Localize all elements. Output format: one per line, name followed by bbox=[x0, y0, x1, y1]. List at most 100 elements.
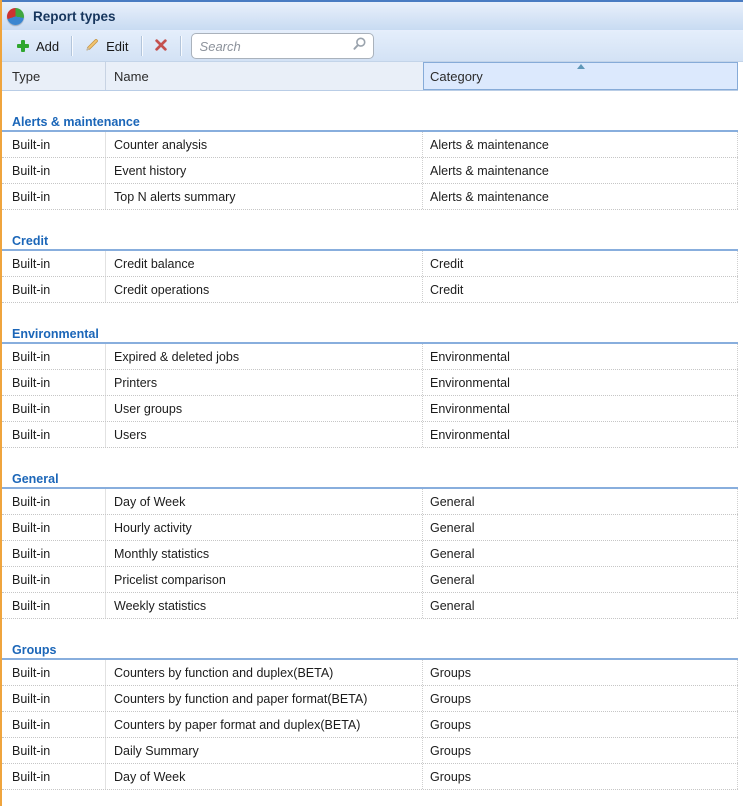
sort-ascending-arrow-icon bbox=[577, 64, 585, 69]
add-button-label: Add bbox=[36, 39, 59, 54]
name-cell: Monthly statistics bbox=[106, 541, 423, 566]
category-cell: Environmental bbox=[423, 370, 738, 395]
column-header-category-label: Category bbox=[430, 69, 483, 84]
table-row[interactable]: Built-inHourly activityGeneral bbox=[2, 515, 738, 541]
toolbar-separator bbox=[71, 36, 72, 56]
titlebar: Report types bbox=[2, 0, 743, 31]
group-header: Groups bbox=[2, 641, 738, 660]
report-group: Alerts & maintenanceBuilt-inCounter anal… bbox=[2, 91, 738, 210]
type-cell: Built-in bbox=[2, 541, 106, 566]
category-cell: General bbox=[423, 515, 738, 540]
type-cell: Built-in bbox=[2, 593, 106, 618]
delete-button[interactable] bbox=[148, 35, 174, 58]
category-cell: General bbox=[423, 593, 738, 618]
table-row[interactable]: Built-inCounters by function and paper f… bbox=[2, 686, 738, 712]
type-cell: Built-in bbox=[2, 422, 106, 447]
category-cell: Groups bbox=[423, 660, 738, 685]
table-row[interactable]: Built-inWeekly statisticsGeneral bbox=[2, 593, 738, 619]
table-row[interactable]: Built-inPrintersEnvironmental bbox=[2, 370, 738, 396]
group-header: Environmental bbox=[2, 325, 738, 344]
table-row[interactable]: Built-inCounters by paper format and dup… bbox=[2, 712, 738, 738]
table-row[interactable]: Built-inUsersEnvironmental bbox=[2, 422, 738, 448]
name-cell: Users bbox=[106, 422, 423, 447]
type-cell: Built-in bbox=[2, 184, 106, 209]
name-cell: Weekly statistics bbox=[106, 593, 423, 618]
toolbar: Add Edit bbox=[2, 31, 743, 62]
name-cell: Printers bbox=[106, 370, 423, 395]
type-cell: Built-in bbox=[2, 515, 106, 540]
category-cell: Alerts & maintenance bbox=[423, 132, 738, 157]
name-cell: Event history bbox=[106, 158, 423, 183]
type-cell: Built-in bbox=[2, 277, 106, 302]
category-cell: Environmental bbox=[423, 396, 738, 421]
column-header-type[interactable]: Type bbox=[2, 62, 106, 90]
search-input[interactable] bbox=[200, 39, 351, 54]
table-row[interactable]: Built-inExpired & deleted jobsEnvironmen… bbox=[2, 344, 738, 370]
add-button[interactable]: Add bbox=[10, 36, 65, 57]
table-body: Alerts & maintenanceBuilt-inCounter anal… bbox=[2, 91, 738, 790]
table-row[interactable]: Built-inDaily SummaryGroups bbox=[2, 738, 738, 764]
category-cell: General bbox=[423, 567, 738, 592]
search-box bbox=[191, 33, 374, 59]
plus-icon bbox=[16, 39, 30, 53]
table-row[interactable]: Built-inPricelist comparisonGeneral bbox=[2, 567, 738, 593]
type-cell: Built-in bbox=[2, 660, 106, 685]
name-cell: Counters by function and duplex(BETA) bbox=[106, 660, 423, 685]
group-header: Credit bbox=[2, 232, 738, 251]
type-cell: Built-in bbox=[2, 158, 106, 183]
table-row[interactable]: Built-inTop N alerts summaryAlerts & mai… bbox=[2, 184, 738, 210]
category-cell: Alerts & maintenance bbox=[423, 184, 738, 209]
group-header: Alerts & maintenance bbox=[2, 113, 738, 132]
red-x-icon bbox=[154, 38, 168, 55]
table-row[interactable]: Built-inCounters by function and duplex(… bbox=[2, 660, 738, 686]
category-cell: Environmental bbox=[423, 422, 738, 447]
table-row[interactable]: Built-inEvent historyAlerts & maintenanc… bbox=[2, 158, 738, 184]
table-row[interactable]: Built-inMonthly statisticsGeneral bbox=[2, 541, 738, 567]
edit-button[interactable]: Edit bbox=[78, 34, 134, 59]
type-cell: Built-in bbox=[2, 567, 106, 592]
type-cell: Built-in bbox=[2, 251, 106, 276]
report-group: CreditBuilt-inCredit balanceCreditBuilt-… bbox=[2, 210, 738, 303]
table-row[interactable]: Built-inUser groupsEnvironmental bbox=[2, 396, 738, 422]
toolbar-separator bbox=[141, 36, 142, 56]
table-row[interactable]: Built-inCredit balanceCredit bbox=[2, 251, 738, 277]
type-cell: Built-in bbox=[2, 712, 106, 737]
type-cell: Built-in bbox=[2, 764, 106, 789]
name-cell: User groups bbox=[106, 396, 423, 421]
window-title: Report types bbox=[33, 9, 116, 24]
pencil-icon bbox=[84, 37, 100, 56]
table-row[interactable]: Built-inDay of WeekGroups bbox=[2, 764, 738, 790]
type-cell: Built-in bbox=[2, 686, 106, 711]
name-cell: Counters by function and paper format(BE… bbox=[106, 686, 423, 711]
table-row[interactable]: Built-inCounter analysisAlerts & mainten… bbox=[2, 132, 738, 158]
table-row[interactable]: Built-inDay of WeekGeneral bbox=[2, 489, 738, 515]
name-cell: Daily Summary bbox=[106, 738, 423, 763]
type-cell: Built-in bbox=[2, 370, 106, 395]
category-cell: Groups bbox=[423, 764, 738, 789]
category-cell: General bbox=[423, 489, 738, 514]
name-cell: Day of Week bbox=[106, 489, 423, 514]
category-cell: Alerts & maintenance bbox=[423, 158, 738, 183]
name-cell: Pricelist comparison bbox=[106, 567, 423, 592]
report-group: GroupsBuilt-inCounters by function and d… bbox=[2, 619, 738, 790]
name-cell: Counter analysis bbox=[106, 132, 423, 157]
search-icon bbox=[351, 36, 367, 57]
column-header-category[interactable]: Category bbox=[423, 62, 738, 90]
name-cell: Credit operations bbox=[106, 277, 423, 302]
category-cell: Groups bbox=[423, 712, 738, 737]
category-cell: Credit bbox=[423, 277, 738, 302]
name-cell: Top N alerts summary bbox=[106, 184, 423, 209]
type-cell: Built-in bbox=[2, 396, 106, 421]
report-group: GeneralBuilt-inDay of WeekGeneralBuilt-i… bbox=[2, 448, 738, 619]
group-header: General bbox=[2, 470, 738, 489]
table-row[interactable]: Built-inCredit operationsCredit bbox=[2, 277, 738, 303]
name-cell: Credit balance bbox=[106, 251, 423, 276]
type-cell: Built-in bbox=[2, 738, 106, 763]
column-header-name[interactable]: Name bbox=[106, 62, 423, 90]
type-cell: Built-in bbox=[2, 489, 106, 514]
name-cell: Counters by paper format and duplex(BETA… bbox=[106, 712, 423, 737]
name-cell: Expired & deleted jobs bbox=[106, 344, 423, 369]
edit-button-label: Edit bbox=[106, 39, 128, 54]
category-cell: Credit bbox=[423, 251, 738, 276]
type-cell: Built-in bbox=[2, 344, 106, 369]
